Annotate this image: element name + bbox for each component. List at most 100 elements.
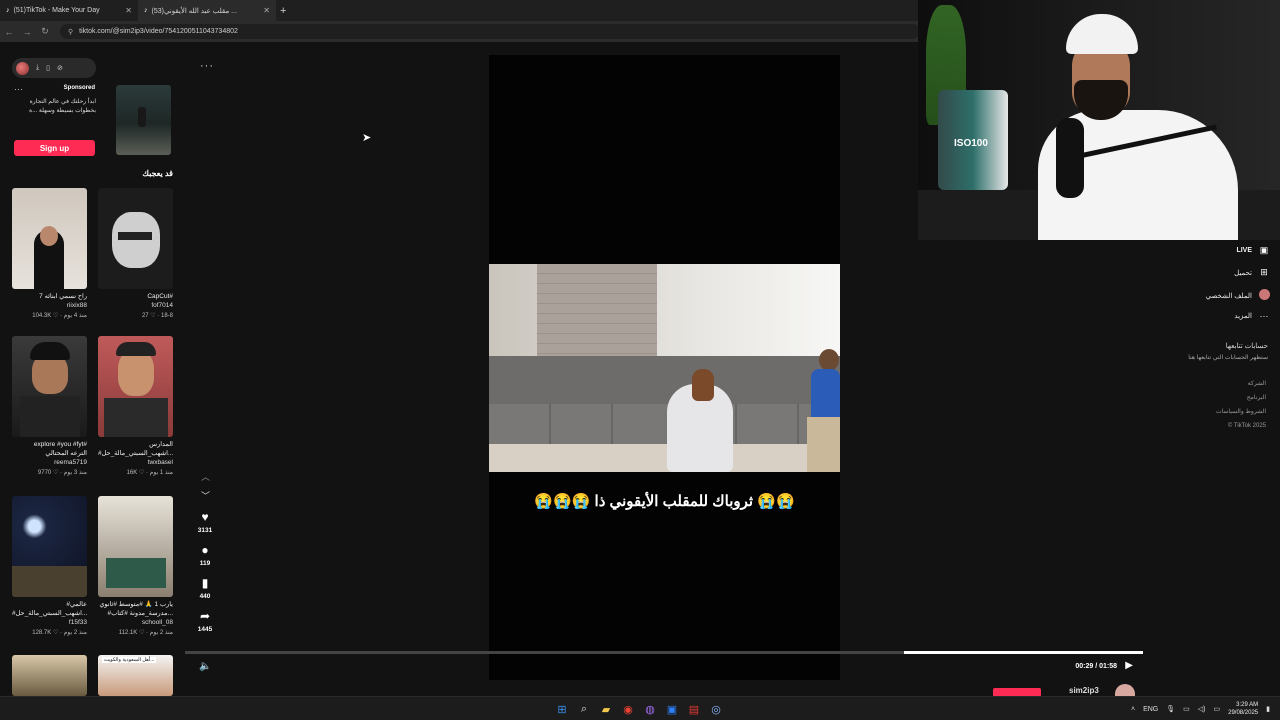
back-icon[interactable]: ← bbox=[0, 27, 18, 37]
video-thumbnail[interactable] bbox=[98, 496, 173, 597]
windows-start-icon[interactable]: ⊞ bbox=[553, 700, 571, 718]
like-count: 3131 bbox=[197, 527, 213, 534]
thumb-caption: أهل السعودية والكويت... bbox=[102, 657, 157, 663]
author-username[interactable]: sim2ip3 bbox=[1069, 686, 1099, 695]
previous-video-icon[interactable]: ︿ bbox=[201, 470, 210, 483]
video-thumbnail[interactable] bbox=[98, 336, 173, 437]
play-icon[interactable]: ▶ bbox=[1125, 660, 1133, 671]
footer-link[interactable]: الشركة bbox=[1216, 377, 1266, 391]
steam-icon[interactable]: ◎ bbox=[707, 700, 725, 718]
compass-icon[interactable]: ⊘ bbox=[57, 64, 63, 72]
download-icon[interactable]: ⤓ bbox=[36, 64, 39, 72]
comment-count: 119 bbox=[199, 560, 211, 567]
avatar[interactable] bbox=[1115, 684, 1135, 696]
like-button[interactable]: ♥ 3131 bbox=[195, 510, 215, 534]
video-card[interactable]: explore #you #fyt# الترعه المحتالي reema… bbox=[12, 336, 87, 478]
footer-link[interactable]: البرنامج bbox=[1216, 391, 1266, 405]
microphone bbox=[1056, 118, 1084, 198]
supplement-bottle: ISO100 bbox=[938, 90, 1008, 190]
video-card[interactable]: يارب 1 🙏 #متوسط #ثانوي #مدرسة_مدونة #كتا… bbox=[98, 496, 173, 638]
video-thumbnail[interactable] bbox=[98, 188, 173, 289]
video-card[interactable]: CapCut# fof7014 27 ♡ · 18-8 bbox=[98, 188, 173, 321]
volume-icon[interactable]: ◁) bbox=[1198, 705, 1206, 713]
url-field[interactable]: ⚲ tiktok.com/@sim2ip3/video/754120051104… bbox=[60, 24, 920, 39]
video-card[interactable]: المدارس #اشهب_السبتي_مالة_حل... twxbasel… bbox=[98, 336, 173, 478]
notification-icon[interactable]: ▮ bbox=[1266, 705, 1270, 713]
wifi-icon[interactable]: ▭ bbox=[1183, 705, 1190, 713]
reload-icon[interactable]: ↻ bbox=[36, 26, 54, 37]
webcam-overlay: ISO100 bbox=[918, 0, 1280, 240]
ad-thumbnail[interactable] bbox=[116, 85, 171, 155]
following-title: حسابات تتابعها bbox=[1225, 343, 1268, 350]
sidebar-item-profile[interactable]: الملف الشخصي bbox=[1206, 289, 1270, 302]
mouse-cursor-icon: ➤ bbox=[362, 132, 372, 144]
progress-fill bbox=[903, 651, 1143, 654]
discord-icon[interactable]: ◍ bbox=[641, 700, 659, 718]
more-options-icon[interactable]: ··· bbox=[200, 60, 214, 72]
video-card[interactable] bbox=[12, 655, 87, 696]
file-explorer-icon[interactable]: ▰ bbox=[597, 700, 615, 718]
clock[interactable]: 3:29 AM 29/08/2025 bbox=[1228, 701, 1258, 717]
new-tab-button[interactable]: + bbox=[280, 5, 286, 17]
follow-button[interactable] bbox=[993, 688, 1041, 696]
ad-text: ابدأ رحلتك في عالم التجارة بخطوات بسيطة … bbox=[14, 98, 96, 116]
search-icon[interactable]: ⌕ bbox=[575, 700, 593, 718]
volume-icon[interactable]: 🔈 bbox=[199, 661, 211, 672]
video-card[interactable]: #عالمي #اشهب_السبتي_مالة_حل... f15f33 12… bbox=[12, 496, 87, 638]
bookmark-button[interactable]: ▮ 440 bbox=[195, 576, 215, 600]
video-username[interactable]: reema5719 bbox=[12, 458, 87, 468]
outlook-icon[interactable]: ▣ bbox=[663, 700, 681, 718]
section-title: قد يعجبك bbox=[142, 169, 173, 178]
footer-link[interactable]: الشروط والسياسات bbox=[1216, 405, 1266, 419]
tab-tiktok-video[interactable]: ♪ (53)مقلب عبد الله الأيقوني ... ✕ bbox=[138, 0, 276, 21]
upload-icon: ⊞ bbox=[1260, 267, 1268, 277]
video-username[interactable]: f15f33 bbox=[12, 618, 87, 628]
chevron-up-icon[interactable]: ˄ bbox=[1131, 706, 1135, 713]
forward-icon[interactable]: → bbox=[18, 27, 36, 37]
mic-icon[interactable]: 🎙 bbox=[1166, 705, 1175, 713]
video-thumbnail[interactable] bbox=[12, 496, 87, 597]
following-subtitle: ستظهر الحسابات التي تتابعها هنا bbox=[1188, 355, 1268, 361]
video-username[interactable]: schooll_08 bbox=[98, 618, 173, 628]
video-thumbnail[interactable] bbox=[12, 336, 87, 437]
video-meta: 27 ♡ · 18-8 bbox=[141, 313, 173, 319]
video-username[interactable]: riixix88 bbox=[12, 301, 87, 311]
video-thumbnail[interactable] bbox=[12, 188, 87, 289]
share-icon: ➦ bbox=[199, 609, 211, 623]
next-video-strip: sim2ip3 bbox=[185, 682, 1143, 696]
comment-button[interactable]: ● 119 bbox=[195, 543, 215, 567]
sidebar-item-upload[interactable]: تحميل ⊞ bbox=[1234, 267, 1270, 278]
tab-close-icon[interactable]: ✕ bbox=[263, 6, 270, 15]
video-card[interactable]: أهل السعودية والكويت... bbox=[98, 655, 173, 696]
site-info-icon[interactable]: ⚲ bbox=[68, 28, 73, 36]
more-icon: ··· bbox=[1259, 311, 1269, 321]
video-thumbnail[interactable]: أهل السعودية والكويت... bbox=[98, 655, 173, 696]
tab-close-icon[interactable]: ✕ bbox=[125, 6, 132, 15]
progress-bar[interactable] bbox=[185, 651, 1143, 654]
window-blind bbox=[537, 264, 657, 356]
ad-more-icon[interactable]: ··· bbox=[14, 84, 23, 94]
video-thumbnail[interactable] bbox=[12, 655, 87, 696]
chrome-icon[interactable]: ◉ bbox=[619, 700, 637, 718]
ad-text-tail: ...ة bbox=[29, 108, 38, 114]
avatar[interactable] bbox=[16, 61, 29, 75]
battery-icon[interactable]: ▭ bbox=[1213, 705, 1220, 713]
video-meta: 104.3K ♡ · منذ 4 يوم bbox=[32, 313, 87, 319]
signup-button[interactable]: Sign up bbox=[14, 140, 95, 156]
video-frame[interactable] bbox=[489, 264, 840, 472]
tab-tiktok-home[interactable]: ♪ (51)TikTok - Make Your Day ✕ bbox=[0, 0, 138, 21]
profile-avatar-icon bbox=[1258, 289, 1270, 302]
comment-icon: ● bbox=[201, 543, 209, 557]
video-caption-2: #اشهب_السبتي_مالة_حل... bbox=[12, 610, 87, 617]
language-indicator[interactable]: ENG bbox=[1143, 706, 1158, 713]
phone-icon[interactable]: ▯ bbox=[46, 64, 50, 72]
video-username[interactable]: fof7014 bbox=[98, 301, 173, 311]
next-video-icon[interactable]: ﹀ bbox=[201, 489, 210, 502]
video-card[interactable]: راح نسمي ابنائه 7 riixix88 104.3K ♡ · من… bbox=[12, 188, 87, 321]
share-button[interactable]: ➦ 1445 bbox=[195, 609, 215, 633]
app-icon[interactable]: ▤ bbox=[685, 700, 703, 718]
video-username[interactable]: twxbasel bbox=[98, 458, 173, 468]
sidebar-item-more[interactable]: المزيد ··· bbox=[1234, 311, 1270, 321]
sidebar-item-live[interactable]: LIVE ▣ bbox=[1236, 245, 1270, 256]
tab-title: (53)مقلب عبد الله الأيقوني ... bbox=[151, 7, 238, 15]
